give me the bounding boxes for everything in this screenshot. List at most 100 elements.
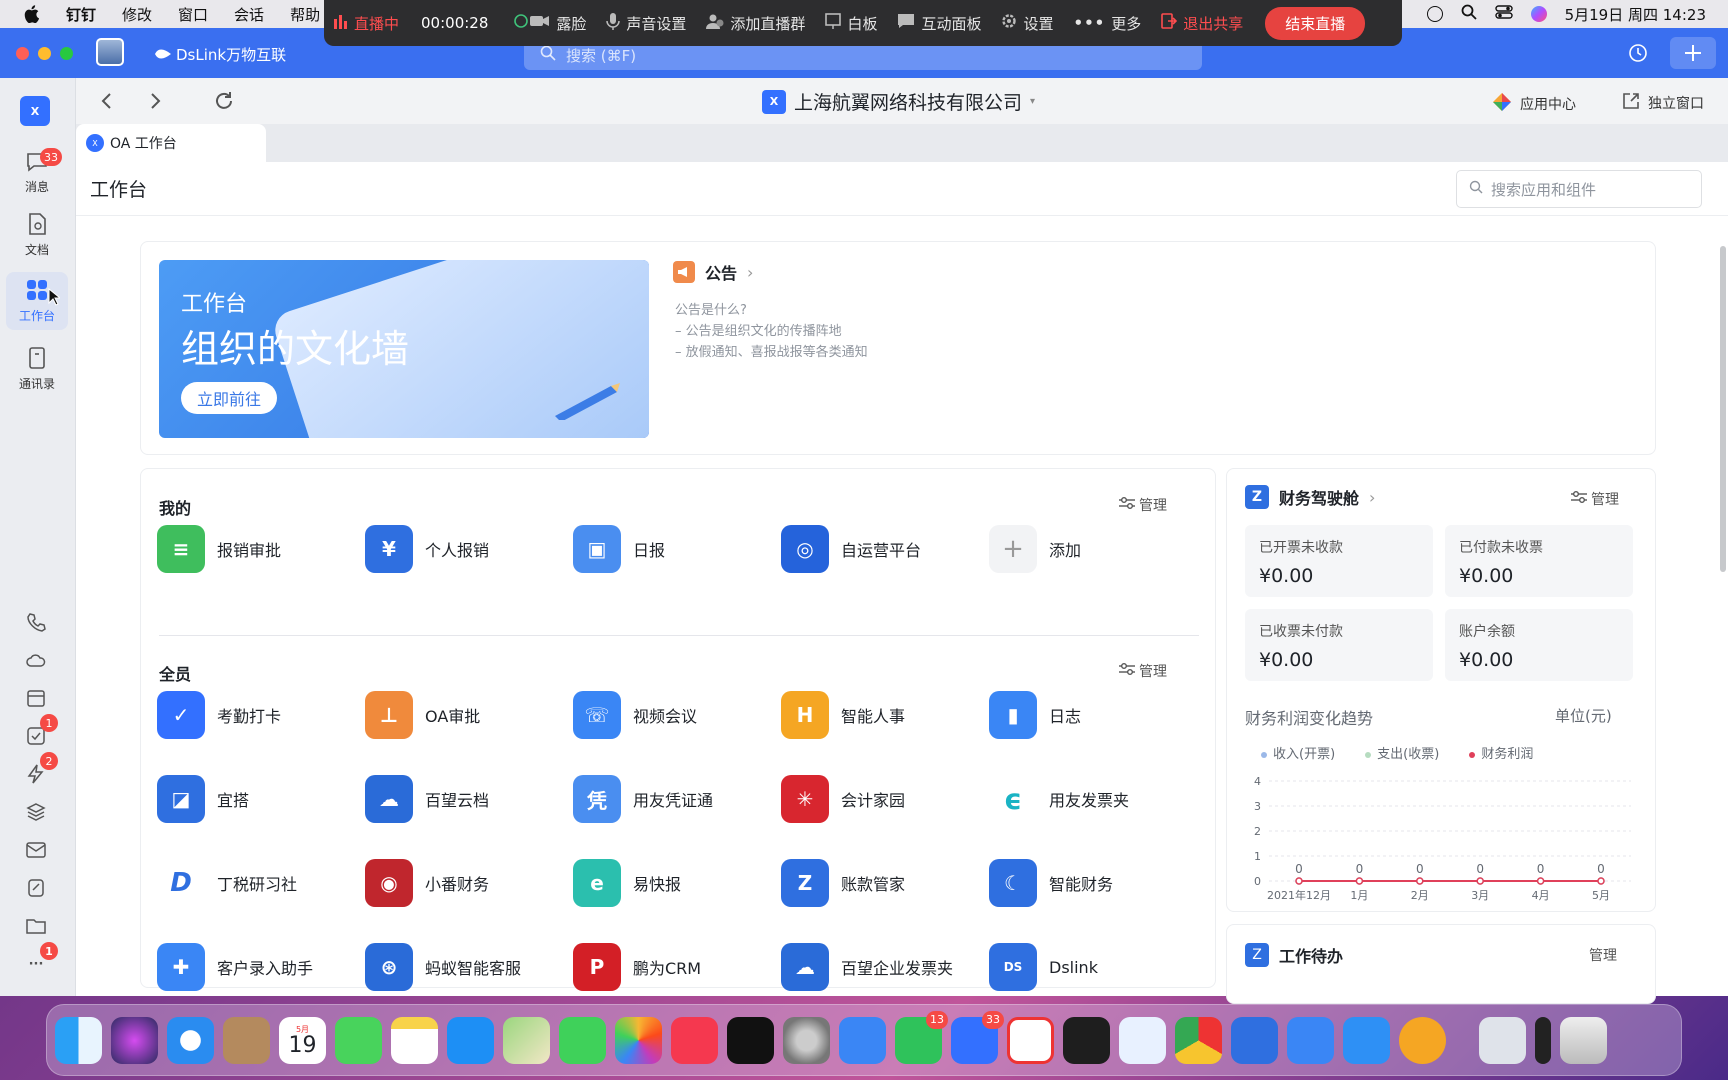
app-yonyou-voucher[interactable]: 凭用友凭证通: [573, 775, 713, 823]
app-reimbursement-approval[interactable]: ≡ 报销审批: [157, 525, 281, 573]
app-accounting-home[interactable]: ✳ 会计家园: [781, 775, 905, 823]
live-settings-button[interactable]: 设置: [1001, 13, 1053, 34]
app-search-input[interactable]: 搜索应用和组件: [1456, 170, 1702, 208]
layers-icon[interactable]: [24, 800, 48, 824]
calendar-icon[interactable]: [24, 686, 48, 710]
app-personal-reimbursement[interactable]: ¥ 个人报销: [365, 525, 489, 573]
menu-item-window[interactable]: 窗口: [178, 4, 208, 25]
app-yikuaibao[interactable]: e 易快报: [573, 859, 681, 907]
wps-icon[interactable]: [1007, 1016, 1054, 1064]
app-xiaofan-finance[interactable]: ◉ 小番财务: [365, 859, 489, 907]
org-brand[interactable]: DsLink万物互联: [154, 44, 286, 65]
finance-header[interactable]: Z 财务驾驶舱 ›: [1245, 485, 1375, 509]
app-ant-service[interactable]: ⊛ 蚂蚁智能客服: [365, 943, 521, 991]
keynote-icon[interactable]: [839, 1016, 886, 1064]
sidebar-item-contacts[interactable]: 通讯录: [6, 340, 68, 398]
music-icon[interactable]: [671, 1016, 718, 1064]
folder-icon[interactable]: [24, 914, 48, 938]
app-attendance[interactable]: ✓ 考勤打卡: [157, 691, 281, 739]
app-tax-club[interactable]: D 丁税研习社: [157, 859, 297, 907]
notes-app-icon[interactable]: [391, 1016, 438, 1064]
page-scrollbar[interactable]: [1720, 246, 1726, 572]
add-live-group-button[interactable]: 添加直播群: [706, 13, 805, 34]
wechat-icon[interactable]: 13: [895, 1010, 948, 1064]
app-receivables[interactable]: Z 账款管家: [781, 859, 905, 907]
app-oa-approval[interactable]: ⊥ OA审批: [365, 691, 480, 739]
app-customer-entry[interactable]: ✚ 客户录入助手: [157, 943, 313, 991]
app-store-icon[interactable]: [447, 1016, 494, 1064]
forward-arrow-icon[interactable]: [150, 92, 162, 114]
app-yonyou-invoice[interactable]: ϵ 用友发票夹: [989, 775, 1129, 823]
app-smart-hr[interactable]: H 智能人事: [781, 691, 905, 739]
end-live-button[interactable]: 结束直播: [1265, 6, 1366, 40]
apple-icon[interactable]: [22, 5, 40, 23]
spotlight-search-icon[interactable]: [1461, 4, 1477, 24]
system-preferences-icon[interactable]: [783, 1016, 830, 1064]
chrome-icon[interactable]: [1175, 1016, 1222, 1064]
legend-item-profit[interactable]: 财务利润: [1469, 743, 1533, 762]
minimize-window-button[interactable]: [38, 47, 51, 60]
messages-icon[interactable]: [335, 1016, 382, 1064]
contacts-icon[interactable]: [223, 1016, 270, 1064]
lightning-icon[interactable]: 2: [24, 752, 58, 786]
app-center-button[interactable]: 应用中心: [1492, 92, 1576, 116]
add-app-button[interactable]: + 添加: [989, 525, 1081, 573]
menu-item-dingtalk[interactable]: 钉钉: [66, 4, 96, 25]
tab-oa-workbench[interactable]: X OA 工作台: [76, 124, 266, 162]
cloud-icon[interactable]: [24, 648, 48, 672]
notice-header[interactable]: 公告 ›: [673, 260, 753, 284]
more-button[interactable]: ••• 更多: [1073, 13, 1141, 34]
finance-stat-card[interactable]: 已收票未付款 ¥0.00: [1245, 609, 1433, 681]
mail-icon[interactable]: [24, 838, 48, 862]
whiteboard-button[interactable]: 白板: [825, 13, 877, 34]
manage-finance-button[interactable]: 管理: [1571, 489, 1619, 509]
trash-icon[interactable]: [1560, 1016, 1607, 1064]
feishu-icon[interactable]: [1231, 1016, 1278, 1064]
mail-app-icon[interactable]: [1343, 1016, 1390, 1064]
history-icon[interactable]: [1628, 43, 1648, 67]
more-dots-icon[interactable]: ··· 1: [24, 942, 58, 976]
interactive-panel-button[interactable]: 互动面板: [897, 13, 981, 34]
live-app-icon[interactable]: [1399, 1016, 1446, 1064]
dingtalk-chat-icon[interactable]: [1119, 1016, 1166, 1064]
safari-icon[interactable]: [167, 1016, 214, 1064]
back-arrow-icon[interactable]: [100, 92, 112, 114]
app-yida[interactable]: ◪ 宜搭: [157, 775, 249, 823]
banner-go-button[interactable]: 立即前往: [181, 382, 278, 414]
calendar-app-icon[interactable]: 5月 19: [279, 1016, 326, 1064]
legend-item-expense[interactable]: 支出(收票): [1365, 743, 1439, 762]
standalone-window-button[interactable]: 独立窗口: [1622, 92, 1704, 114]
todo-title[interactable]: 工作待办: [1279, 943, 1343, 967]
zoom-window-button[interactable]: [60, 47, 73, 60]
dingtalk-dock-icon[interactable]: 33: [951, 1010, 1004, 1064]
exit-share-button[interactable]: 退出共享: [1161, 13, 1243, 34]
control-center-icon[interactable]: [1494, 5, 1513, 23]
manage-all-button[interactable]: 管理: [1119, 661, 1167, 681]
app-pengwei-crm[interactable]: P 鹏为CRM: [573, 943, 701, 991]
manage-mine-button[interactable]: 管理: [1119, 495, 1167, 515]
screenshot-preview-icon[interactable]: [1479, 1016, 1526, 1064]
menu-item-edit[interactable]: 修改: [122, 4, 152, 25]
legend-item-income[interactable]: 收入(开票): [1261, 743, 1335, 762]
siri-icon[interactable]: [1530, 6, 1547, 22]
siri-app-icon[interactable]: [111, 1016, 158, 1064]
sidebar-item-messages[interactable]: 消息 33: [6, 144, 68, 202]
finder-icon[interactable]: [55, 1016, 102, 1064]
todo-manage-button[interactable]: 管理: [1589, 945, 1617, 965]
finance-stat-card[interactable]: 账户余额 ¥0.00: [1445, 609, 1633, 681]
todo-check-icon[interactable]: 1: [24, 714, 58, 748]
terminal-icon[interactable]: [1063, 1016, 1110, 1064]
facetime-icon[interactable]: [559, 1016, 606, 1064]
app-smart-finance[interactable]: ☾ 智能财务: [989, 859, 1113, 907]
finance-stat-card[interactable]: 已开票未收款 ¥0.00: [1245, 525, 1433, 597]
menu-item-help[interactable]: 帮助: [290, 4, 320, 25]
culture-wall-banner[interactable]: 工作台 组织的文化墙 立即前往: [159, 260, 649, 438]
apple-tv-icon[interactable]: [727, 1016, 774, 1064]
maps-icon[interactable]: [503, 1016, 550, 1064]
add-button[interactable]: [1670, 37, 1716, 69]
photos-icon[interactable]: [615, 1016, 662, 1064]
menu-item-session[interactable]: 会话: [234, 4, 264, 25]
app-dslink[interactable]: DS Dslink: [989, 943, 1098, 991]
app-video-meeting[interactable]: ☏ 视频会议: [573, 691, 697, 739]
app-daily-report[interactable]: ▣ 日报: [573, 525, 665, 573]
